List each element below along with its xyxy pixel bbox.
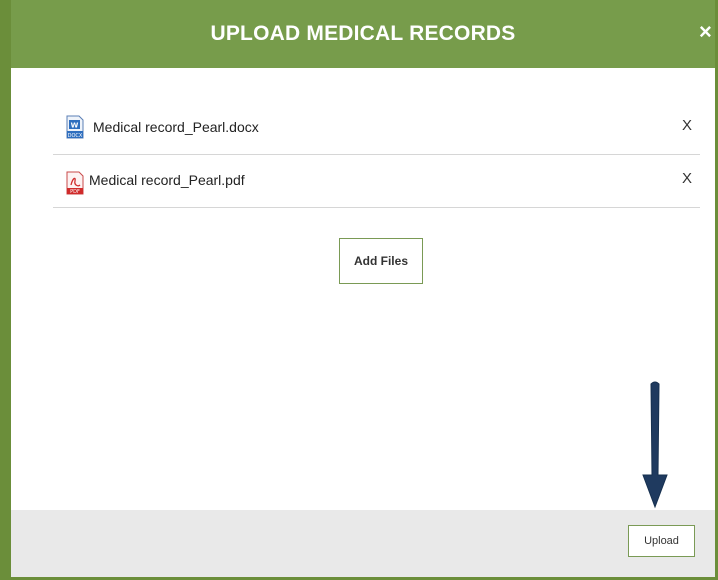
file-name: Medical record_Pearl.pdf bbox=[89, 172, 245, 188]
close-icon[interactable]: × bbox=[699, 20, 715, 44]
file-row: PDF Medical record_Pearl.pdf X bbox=[53, 155, 700, 208]
upload-button[interactable]: Upload bbox=[628, 525, 695, 557]
dialog-header: UPLOAD MEDICAL RECORDS × bbox=[11, 0, 715, 68]
upload-medical-records-dialog: UPLOAD MEDICAL RECORDS × W DOCX Medical … bbox=[0, 0, 718, 580]
remove-file-button[interactable]: X bbox=[682, 170, 692, 187]
svg-text:DOCX: DOCX bbox=[68, 133, 83, 139]
file-row: W DOCX Medical record_Pearl.docx X bbox=[53, 102, 700, 155]
docx-file-icon: W DOCX bbox=[66, 115, 84, 139]
dialog-title: UPLOAD MEDICAL RECORDS bbox=[210, 22, 516, 45]
file-name: Medical record_Pearl.docx bbox=[93, 119, 259, 135]
svg-text:W: W bbox=[71, 122, 79, 130]
svg-text:PDF: PDF bbox=[70, 189, 80, 195]
remove-file-button[interactable]: X bbox=[682, 117, 692, 134]
down-arrow-icon bbox=[642, 381, 668, 509]
dialog-footer: Upload bbox=[11, 510, 715, 577]
pdf-file-icon: PDF bbox=[66, 171, 84, 195]
add-files-button[interactable]: Add Files bbox=[339, 238, 423, 284]
